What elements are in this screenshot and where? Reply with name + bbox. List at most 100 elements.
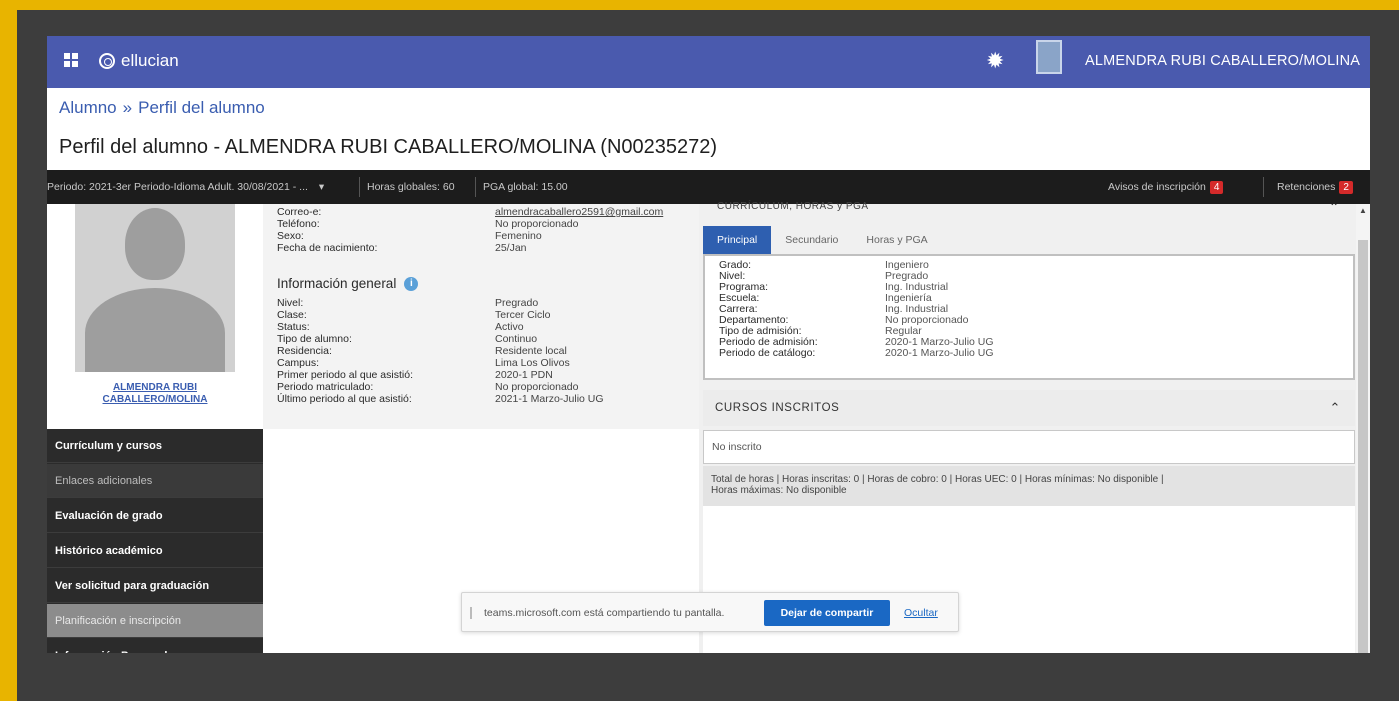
detail-label: Último periodo al que asistió: [277,393,412,405]
holds-label: Retenciones [1277,181,1336,193]
totals-line1: Total de horas | Horas inscritas: 0 | Ho… [711,474,1164,485]
detail-value: Activo [495,321,524,333]
hours-totals: Total de horas | Horas inscritas: 0 | Ho… [703,466,1355,506]
share-message: teams.microsoft.com está compartiendo tu… [484,607,725,619]
student-name-line2: CABALLERO/MOLINA [102,394,208,405]
detail-value: Lima Los Olivos [495,357,570,369]
scroll-up-arrow-icon[interactable]: ▲ [1359,206,1367,215]
sidebar-item-academic-history[interactable]: Histórico académico [47,534,263,568]
settings-gear-icon[interactable]: ✹ [986,48,1004,74]
detail-row: Tipo de alumno: Continuo [277,333,697,345]
curriculum-row: Periodo de catálogo: 2020-1 Marzo-Julio U… [719,348,1339,359]
detail-value: No proporcionado [495,218,579,230]
detail-row: Nivel: Pregrado [277,297,697,309]
stop-sharing-button[interactable]: Dejar de compartir [764,600,890,626]
no-courses-message: No inscrito [703,430,1355,464]
avatar-head-shape [125,208,185,280]
detail-row: Primer periodo al que asistió: 2020-1 PDN [277,369,697,381]
apps-grid-icon[interactable] [64,53,78,67]
hide-share-bar-link[interactable]: Ocultar [904,607,938,619]
general-info-title: Información general [277,276,397,291]
screen-share-bar: teams.microsoft.com está compartiendo tu… [461,592,959,632]
curriculum-row: Departamento: No proporcionado [719,315,1339,326]
curriculum-row: Grado: Ingeniero [719,260,1339,271]
scrollbar-thumb[interactable] [1358,240,1368,653]
enrolled-courses-header[interactable]: CURSOS INSCRITOS ⌃ [703,390,1355,426]
curriculum-row: Nivel: Pregrado [719,271,1339,282]
email-link[interactable]: almendracaballero2591@gmail.com [495,206,663,218]
collapse-curriculum-icon[interactable]: ⌃ [1329,200,1339,214]
detail-label: Periodo matriculado: [277,381,374,393]
detail-row: Status: Activo [277,321,697,333]
enrolled-courses-title: CURSOS INSCRITOS [715,402,840,414]
ellucian-logo[interactable]: ellucian [99,51,179,71]
drag-handle-icon[interactable] [470,607,472,619]
student-details-panel: Correo-e: almendracaballero2591@gmail.com… [263,204,699,653]
detail-value: Femenino [495,230,542,242]
curriculum-panel: CURRÍCULUM, HORAS y PGA ⌃ Principal Secu… [699,200,1370,653]
student-info-bar: Periodo: 2021-3er Periodo-Idioma Adult. … [47,170,1370,204]
top-navigation-bar: ellucian ✹ ALMENDRA RUBI CABALLERO/MOLIN… [47,36,1370,88]
period-selector[interactable]: Periodo: 2021-3er Periodo-Idioma Adult. … [47,181,324,193]
divider [359,177,360,197]
dropdown-arrow-icon: ▾ [318,181,325,193]
notices-label: Avisos de inscripción [1108,181,1206,193]
tab-principal[interactable]: Principal [703,226,772,254]
detail-value: 2020-1 PDN [495,369,553,381]
breadcrumb-current: Perfil del alumno [138,98,265,117]
detail-label: Status: [277,321,310,333]
sidebar-item-graduation-request[interactable]: Ver solicitud para graduación [47,569,263,603]
holds-link[interactable]: Retenciones 2 [1277,181,1353,194]
detail-label: Campus: [277,357,320,369]
avatar-body-shape [85,288,225,372]
detail-row: Campus: Lima Los Olivos [277,357,697,369]
detail-label: Clase: [277,309,307,321]
detail-value: Tercer Ciclo [495,309,551,321]
sidebar-item-degree-evaluation[interactable]: Evaluación de grado [47,499,263,533]
detail-value: 25/Jan [495,242,527,254]
curriculum-header: CURRÍCULUM, HORAS y PGA [717,201,869,212]
detail-row: Correo-e: almendracaballero2591@gmail.com [277,206,697,218]
info-icon[interactable]: i [404,276,419,291]
detail-row: Fecha de nacimiento: 25/Jan [277,242,697,254]
user-name[interactable]: ALMENDRA RUBI CABALLERO/MOLINA [1085,53,1360,69]
sidebar-item-additional-links: Enlaces adicionales [47,464,263,498]
detail-label: Nivel: [277,297,304,309]
detail-label: Teléfono: [277,218,320,230]
detail-label: Residencia: [277,345,332,357]
brand-name: ellucian [121,51,179,70]
detail-row: Teléfono: No proporcionado [277,218,697,230]
ellucian-logo-icon [99,53,115,69]
registration-notices-link[interactable]: Avisos de inscripción 4 [1108,181,1224,194]
period-text: Periodo: 2021-3er Periodo-Idioma Adult. … [47,181,308,193]
detail-label: Fecha de nacimiento: [277,242,378,254]
user-avatar-icon[interactable] [1036,40,1062,74]
detail-row: Periodo matriculado: No proporcionado [277,381,697,393]
breadcrumb-root[interactable]: Alumno [59,98,117,117]
curriculum-tabs: Principal Secundario Horas y PGA [703,226,942,254]
tab-horas-pga[interactable]: Horas y PGA [852,226,941,254]
totals-line2: Horas máximas: No disponible [711,485,847,496]
holds-count-badge: 2 [1339,181,1353,194]
curriculum-label: Periodo de catálogo: [719,347,816,359]
divider [475,177,476,197]
detail-value: Residente local [495,345,567,357]
sidebar-item-curriculum[interactable]: Currículum y cursos [47,429,263,463]
student-name-link[interactable]: ALMENDRA RUBI CABALLERO/MOLINA [47,382,263,406]
curriculum-row: Escuela: Ingeniería [719,293,1339,304]
global-gpa: PGA global: 15.00 [483,181,568,193]
sidebar-item-personal-info[interactable]: Información Personal [47,639,263,653]
breadcrumb: Alumno » Perfil del alumno [59,98,265,118]
notices-count-badge: 4 [1209,181,1224,194]
detail-row: Clase: Tercer Ciclo [277,309,697,321]
vertical-scrollbar[interactable]: ▲ [1356,204,1370,653]
browser-screen: ellucian ✹ ALMENDRA RUBI CABALLERO/MOLIN… [47,36,1370,653]
detail-row: Sexo: Femenino [277,230,697,242]
tab-secundario[interactable]: Secundario [771,226,852,254]
student-photo-area: ALMENDRA RUBI CABALLERO/MOLINA [47,204,263,429]
sidebar-item-registration-planning[interactable]: Planificación e inscripción [47,604,263,638]
collapse-courses-icon[interactable]: ⌃ [1330,390,1342,426]
page-title: Perfil del alumno - ALMENDRA RUBI CABALL… [59,136,718,158]
divider [1263,177,1264,197]
detail-value: 2021-1 Marzo-Julio UG [495,393,604,405]
